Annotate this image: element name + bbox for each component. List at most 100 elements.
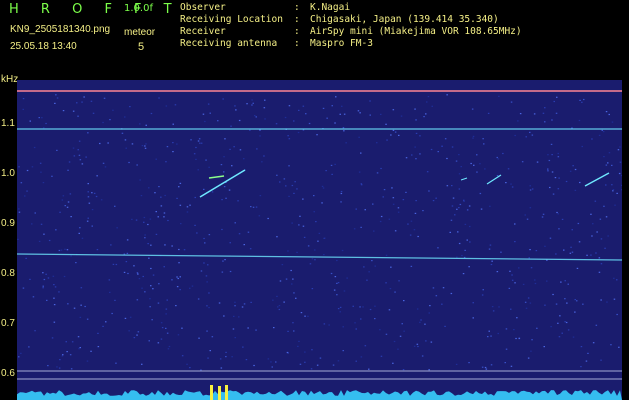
noise-dot — [600, 263, 603, 265]
y-tick-label: 1.1 — [1, 118, 15, 129]
noise-dot — [558, 177, 560, 179]
noise-dot — [315, 221, 317, 223]
noise-dot — [67, 169, 69, 171]
noise-dot — [574, 299, 576, 301]
noise-dot — [157, 342, 160, 344]
noise-dot — [496, 175, 499, 177]
noise-dot — [75, 262, 77, 264]
noise-dot — [473, 164, 475, 166]
noise-dot — [194, 196, 196, 199]
noise-dot — [544, 121, 546, 123]
noise-dot — [84, 305, 86, 308]
noise-dot — [336, 259, 338, 262]
noise-dot — [391, 187, 393, 189]
noise-dot — [220, 164, 223, 166]
noise-dot — [560, 281, 562, 283]
noise-dot — [432, 200, 435, 202]
noise-dot — [534, 282, 537, 285]
noise-dot — [619, 161, 622, 163]
noise-dot — [572, 336, 575, 338]
noise-dot — [385, 123, 387, 125]
noise-dot — [298, 109, 300, 111]
noise-dot — [47, 365, 49, 367]
noise-dot — [471, 108, 474, 110]
noise-dot — [319, 357, 322, 359]
noise-dot — [54, 286, 57, 288]
noise-dot — [388, 309, 391, 311]
noise-dot — [58, 249, 61, 252]
noise-dot — [147, 223, 149, 226]
noise-dot — [288, 138, 291, 140]
noise-dot — [579, 181, 581, 184]
noise-dot — [531, 188, 534, 190]
noise-dot — [230, 125, 232, 127]
noise-dot — [612, 190, 614, 192]
noise-dot — [556, 96, 558, 98]
noise-dot — [150, 112, 153, 115]
noise-dot — [536, 327, 538, 329]
noise-dot — [446, 185, 449, 187]
spectrogram — [17, 80, 622, 400]
noise-dot — [115, 263, 118, 266]
noise-dot — [259, 195, 262, 197]
noise-dot — [482, 138, 484, 140]
noise-dot — [458, 154, 460, 156]
noise-dot — [536, 161, 539, 163]
noise-dot — [417, 345, 419, 348]
noise-dot — [67, 303, 69, 305]
noise-dot — [600, 299, 602, 301]
noise-dot — [432, 287, 435, 289]
noise-dot — [152, 288, 154, 290]
noise-dot — [620, 175, 622, 177]
noise-dot — [612, 189, 615, 191]
noise-dot — [550, 143, 553, 145]
noise-dot — [355, 208, 357, 210]
noise-dot — [234, 105, 236, 107]
info-observer: Observer: K.Nagai — [180, 2, 351, 13]
noise-dot — [343, 113, 346, 115]
noise-dot — [121, 132, 124, 134]
noise-dot — [88, 202, 91, 204]
noise-dot — [198, 337, 200, 339]
noise-dot — [263, 107, 266, 109]
noise-dot — [254, 115, 256, 117]
noise-dot — [296, 188, 298, 190]
noise-dot — [428, 312, 430, 314]
noise-dot — [96, 175, 98, 177]
noise-dot — [61, 355, 64, 357]
noise-dot — [358, 171, 361, 173]
noise-dot — [237, 200, 239, 202]
noise-dot — [166, 146, 169, 148]
noise-dot — [581, 101, 583, 103]
noise-dot — [446, 94, 448, 96]
noise-dot — [205, 159, 207, 161]
noise-dot — [129, 106, 131, 108]
noise-dot — [599, 218, 602, 220]
noise-dot — [468, 205, 471, 207]
noise-dot — [223, 156, 225, 158]
noise-dot — [128, 161, 130, 164]
noise-dot — [43, 233, 45, 235]
noise-dot — [252, 206, 255, 208]
noise-dot — [203, 237, 205, 240]
noise-dot — [321, 185, 324, 187]
noise-dot — [547, 154, 549, 156]
noise-dot — [142, 275, 144, 278]
noise-dot — [582, 303, 584, 305]
noise-dot — [392, 362, 394, 364]
noise-dot — [411, 154, 413, 156]
noise-dot — [193, 153, 196, 155]
noise-dot — [542, 213, 545, 215]
noise-dot — [136, 164, 138, 166]
noise-dot — [297, 345, 299, 347]
noise-dot — [197, 140, 200, 142]
noise-dot — [81, 163, 84, 165]
noise-dot — [144, 147, 147, 149]
noise-dot — [340, 201, 342, 203]
noise-dot — [179, 276, 181, 278]
noise-dot — [525, 136, 527, 138]
noise-dot — [189, 204, 191, 206]
noise-dot — [296, 251, 298, 253]
noise-dot — [393, 340, 396, 343]
noise-dot — [557, 152, 559, 155]
